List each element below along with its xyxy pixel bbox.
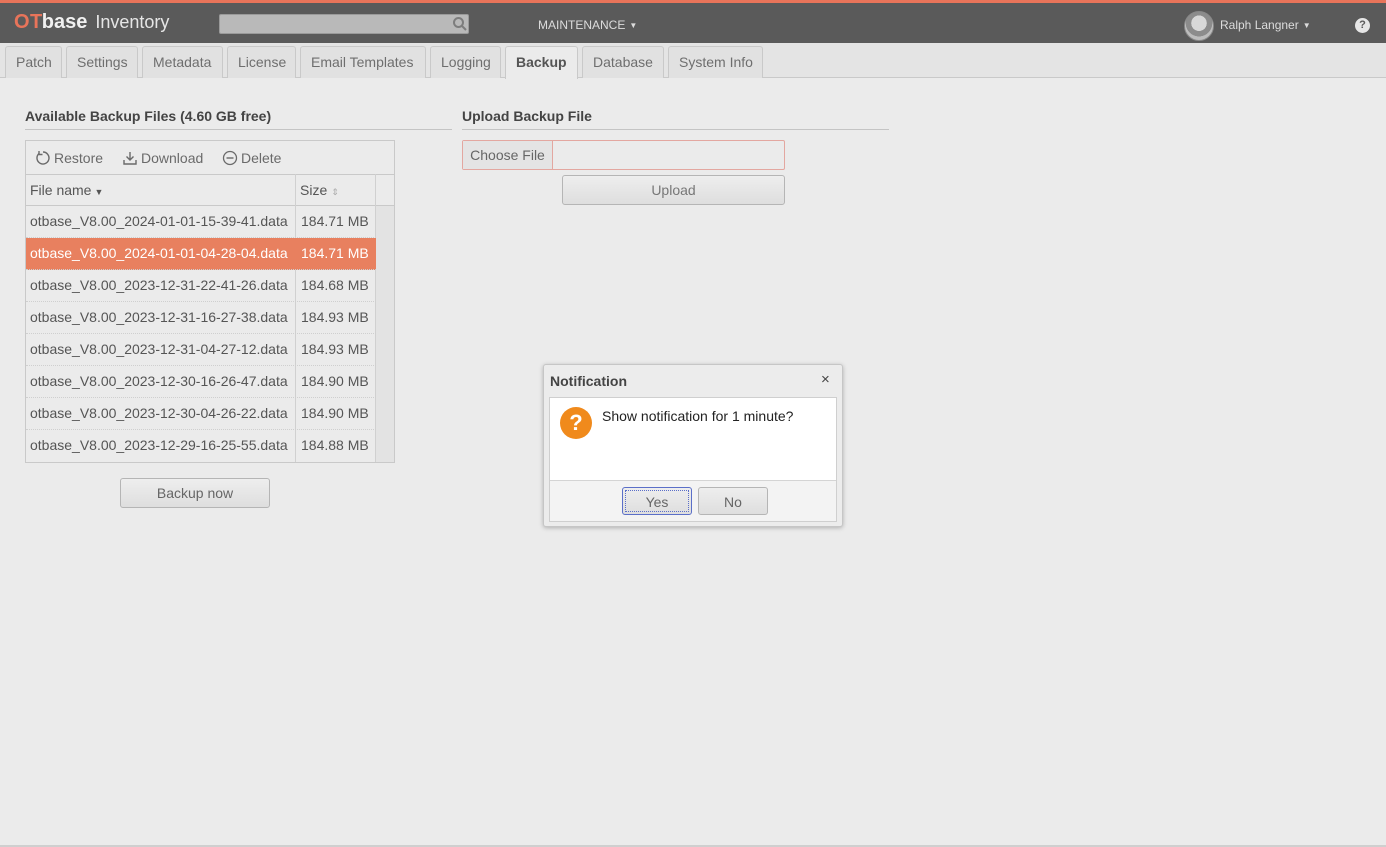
maintenance-menu-label: MAINTENANCE: [538, 18, 626, 32]
tab-database[interactable]: Database: [582, 46, 664, 78]
tab-license[interactable]: License: [227, 46, 296, 78]
backup-files-grid: Restore Download Delete File name ▼ Size ⇕…: [25, 140, 395, 463]
cell-size: 184.93 MB: [301, 341, 369, 357]
cell-file-name: otbase_V8.00_2024-01-01-04-28-04.data: [30, 245, 288, 261]
search-input[interactable]: [219, 14, 469, 34]
grid-scrollbar-gutter[interactable]: [376, 206, 394, 462]
upload-button[interactable]: Upload: [562, 175, 785, 205]
delete-button[interactable]: Delete: [222, 150, 281, 166]
logo-ot: OT: [14, 11, 43, 33]
download-icon: [123, 152, 137, 165]
cell-size: 184.68 MB: [301, 277, 369, 293]
app-logo[interactable]: OTbase Inventory: [14, 11, 169, 33]
table-row-selected[interactable]: otbase_V8.00_2024-01-01-04-28-04.data 18…: [26, 238, 376, 270]
close-icon[interactable]: ×: [821, 372, 830, 387]
logo-product: Inventory: [95, 12, 170, 32]
caret-down-icon: ▼: [1302, 21, 1311, 30]
tab-patch[interactable]: Patch: [5, 46, 62, 78]
table-row[interactable]: otbase_V8.00_2023-12-31-16-27-38.data 18…: [26, 302, 376, 334]
top-bar: OTbase Inventory MAINTENANCE ▼ Ralph Langn…: [0, 0, 1386, 43]
table-row[interactable]: otbase_V8.00_2023-12-30-16-26-47.data 18…: [26, 366, 376, 398]
tab-logging[interactable]: Logging: [430, 46, 501, 78]
column-header-file-name[interactable]: File name ▼: [30, 175, 103, 205]
column-size-label: Size: [300, 182, 328, 198]
sort-both-icon: ⇕: [331, 187, 339, 197]
backup-now-button[interactable]: Backup now: [120, 478, 270, 508]
file-input[interactable]: Choose File: [462, 140, 785, 170]
tab-metadata[interactable]: Metadata: [142, 46, 223, 78]
logo-base: base: [41, 11, 88, 33]
question-icon: ?: [560, 407, 592, 439]
table-row[interactable]: otbase_V8.00_2023-12-29-16-25-55.data 18…: [26, 430, 376, 462]
tab-backup[interactable]: Backup: [505, 46, 578, 79]
yes-button[interactable]: Yes: [622, 487, 692, 515]
search-icon[interactable]: [452, 16, 468, 32]
backup-files-title: Available Backup Files (4.60 GB free): [25, 108, 272, 124]
cell-file-name: otbase_V8.00_2023-12-30-04-26-22.data: [30, 405, 288, 421]
dialog-title: Notification: [550, 373, 627, 389]
restore-button[interactable]: Restore: [35, 150, 103, 166]
cell-size: 184.93 MB: [301, 309, 369, 325]
maintenance-menu[interactable]: MAINTENANCE ▼: [538, 18, 637, 32]
cell-file-name: otbase_V8.00_2023-12-30-16-26-47.data: [30, 373, 288, 389]
dialog-footer: Yes No: [550, 480, 836, 521]
table-row[interactable]: otbase_V8.00_2023-12-31-22-41-26.data 18…: [26, 270, 376, 302]
upload-title: Upload Backup File: [462, 108, 592, 124]
column-file-name-label: File name: [30, 182, 92, 198]
table-row[interactable]: otbase_V8.00_2024-01-01-15-39-41.data 18…: [26, 206, 376, 238]
no-button[interactable]: No: [698, 487, 768, 515]
grid-toolbar: Restore Download Delete: [26, 141, 394, 174]
avatar[interactable]: [1184, 11, 1214, 41]
restore-icon: [36, 151, 50, 165]
download-label: Download: [141, 150, 204, 166]
cell-file-name: otbase_V8.00_2023-12-31-22-41-26.data: [30, 277, 288, 293]
cell-file-name: otbase_V8.00_2023-12-31-04-27-12.data: [30, 341, 288, 357]
download-button[interactable]: Download: [122, 150, 203, 166]
cell-file-name: otbase_V8.00_2024-01-01-15-39-41.data: [30, 213, 288, 229]
user-menu[interactable]: Ralph Langner ▼: [1220, 18, 1311, 32]
minus-circle-icon: [222, 150, 238, 166]
cell-size: 184.88 MB: [301, 437, 369, 453]
cell-size: 184.90 MB: [301, 405, 369, 421]
caret-down-icon: ▼: [629, 21, 638, 30]
column-header-size[interactable]: Size ⇕: [300, 175, 339, 205]
dialog-body: ? Show notification for 1 minute? Yes No: [549, 397, 837, 522]
dialog-message: Show notification for 1 minute?: [602, 408, 794, 424]
help-icon[interactable]: ?: [1355, 18, 1370, 33]
cell-file-name: otbase_V8.00_2023-12-29-16-25-55.data: [30, 437, 288, 453]
delete-label: Delete: [241, 150, 282, 166]
cell-size: 184.71 MB: [301, 213, 369, 229]
divider: [462, 129, 889, 130]
user-name: Ralph Langner: [1220, 18, 1299, 32]
grid-header: File name ▼ Size ⇕: [26, 174, 394, 206]
table-row[interactable]: otbase_V8.00_2023-12-31-04-27-12.data 18…: [26, 334, 376, 366]
choose-file-button[interactable]: Choose File: [463, 141, 553, 169]
divider: [25, 129, 452, 130]
tab-email-templates[interactable]: Email Templates: [300, 46, 426, 78]
tab-system-info[interactable]: System Info: [668, 46, 763, 78]
sort-desc-icon: ▼: [94, 187, 104, 197]
cell-file-name: otbase_V8.00_2023-12-31-16-27-38.data: [30, 309, 288, 325]
cell-size: 184.90 MB: [301, 373, 369, 389]
table-row[interactable]: otbase_V8.00_2023-12-30-04-26-22.data 18…: [26, 398, 376, 430]
tab-settings[interactable]: Settings: [66, 46, 138, 78]
notification-dialog: Notification × ? Show notification for 1…: [543, 364, 843, 527]
restore-label: Restore: [54, 150, 104, 166]
cell-size: 184.71 MB: [301, 245, 369, 261]
tab-bar: Patch Settings Metadata License Email Te…: [0, 43, 1386, 79]
